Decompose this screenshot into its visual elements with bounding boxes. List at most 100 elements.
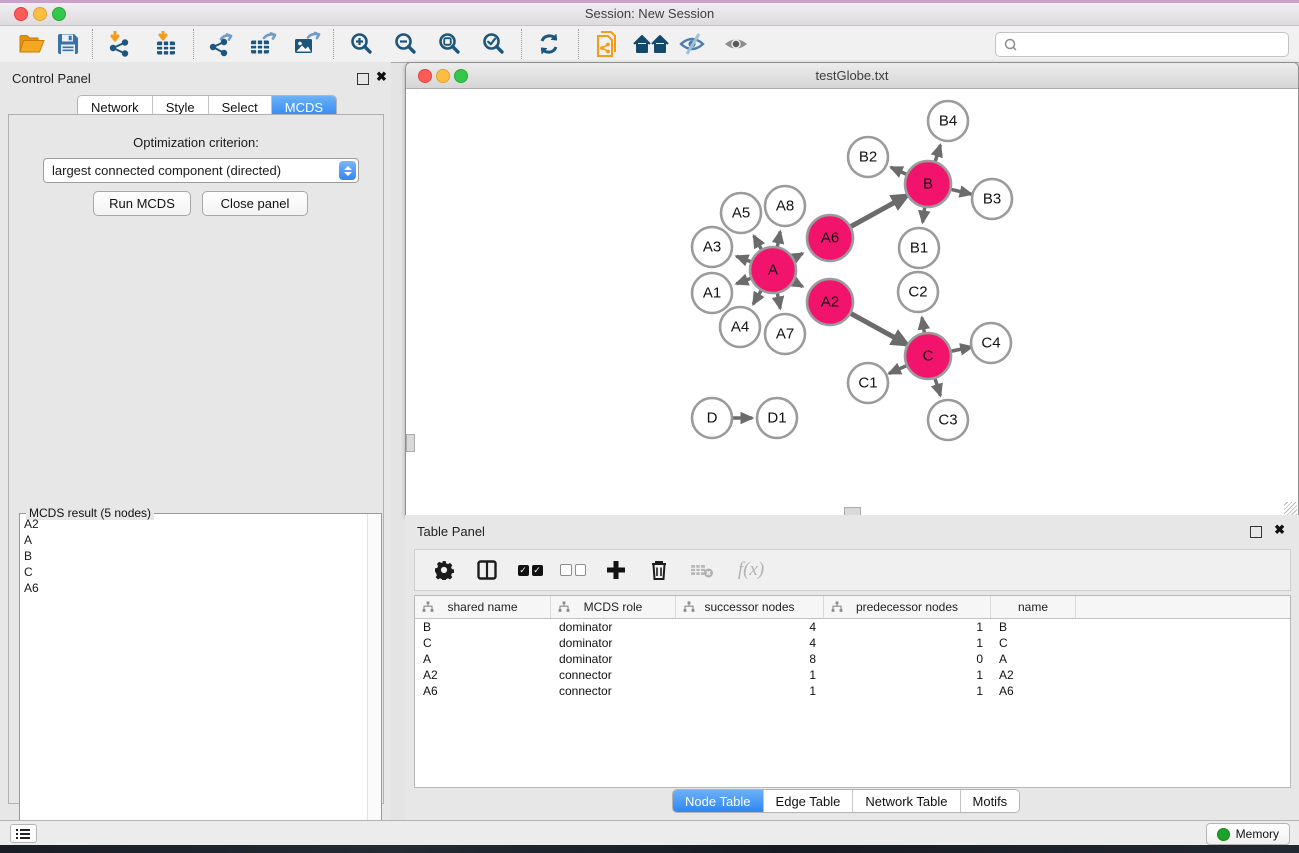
network-canvas[interactable]: B4B2BB3A8A5A6A3B1AA1C2A2A4A7C4CC1C3DD1: [406, 89, 1298, 516]
tab-node-table[interactable]: Node Table: [673, 790, 764, 812]
zoom-window-icon[interactable]: [52, 7, 66, 21]
select-all-icon[interactable]: ✓ ✓: [517, 557, 543, 583]
table-cell[interactable]: 0: [824, 651, 991, 667]
resize-grip-icon[interactable]: [1284, 502, 1297, 515]
graph-node-A1[interactable]: A1: [692, 273, 732, 313]
import-table-icon[interactable]: [151, 28, 183, 60]
table-cell[interactable]: A: [991, 651, 1076, 667]
tab-motifs[interactable]: Motifs: [961, 790, 1020, 812]
close-window-icon[interactable]: [14, 7, 28, 21]
export-network-icon[interactable]: [204, 28, 236, 60]
graph-node-B[interactable]: B: [905, 161, 951, 207]
delete-table-icon[interactable]: [689, 557, 715, 583]
column-header-name[interactable]: name: [991, 596, 1076, 618]
zoom-selected-icon[interactable]: [478, 28, 510, 60]
table-cell[interactable]: A2: [991, 667, 1076, 683]
table-cell[interactable]: B: [991, 619, 1076, 635]
table-cell[interactable]: C: [991, 635, 1076, 651]
refresh-icon[interactable]: [533, 28, 565, 60]
table-cell[interactable]: 1: [824, 635, 991, 651]
table-cell[interactable]: A6: [415, 683, 551, 699]
graph-node-A4[interactable]: A4: [720, 307, 760, 347]
graph-node-D1[interactable]: D1: [757, 398, 797, 438]
table-cell[interactable]: dominator: [551, 651, 676, 667]
graph-node-A[interactable]: A: [750, 247, 796, 293]
table-cell[interactable]: A2: [415, 667, 551, 683]
result-list-item[interactable]: B: [20, 548, 367, 564]
hide-selected-icon[interactable]: [676, 28, 708, 60]
graph-node-A5[interactable]: A5: [721, 193, 761, 233]
show-selected-icon[interactable]: [720, 28, 752, 60]
graph-node-C[interactable]: C: [905, 333, 951, 379]
graph-node-C4[interactable]: C4: [971, 323, 1011, 363]
table-cell[interactable]: dominator: [551, 635, 676, 651]
result-scrollbar[interactable]: [367, 514, 381, 852]
show-all-icon[interactable]: [631, 28, 671, 60]
table-cell[interactable]: A6: [991, 683, 1076, 699]
graph-node-A2[interactable]: A2: [807, 279, 853, 325]
close-panel-icon[interactable]: ✖: [376, 70, 387, 84]
tab-edge-table[interactable]: Edge Table: [764, 790, 854, 812]
table-row[interactable]: Cdominator41C: [415, 635, 1290, 651]
table-cell[interactable]: dominator: [551, 619, 676, 635]
export-table-icon[interactable]: [247, 28, 279, 60]
graph-node-C1[interactable]: C1: [848, 363, 888, 403]
memory-button[interactable]: Memory: [1206, 823, 1290, 845]
table-row[interactable]: Adominator80A: [415, 651, 1290, 667]
graph-node-A8[interactable]: A8: [765, 186, 805, 226]
table-cell[interactable]: 4: [676, 619, 824, 635]
zoom-in-icon[interactable]: [346, 28, 378, 60]
deselect-all-icon[interactable]: [560, 557, 586, 583]
close-panel-button[interactable]: Close panel: [202, 191, 308, 216]
task-list-icon[interactable]: [10, 824, 37, 843]
result-list-item[interactable]: C: [20, 564, 367, 580]
column-header-successor-nodes[interactable]: successor nodes: [676, 596, 824, 618]
graph-node-A3[interactable]: A3: [692, 227, 732, 267]
table-row[interactable]: A6connector11A6: [415, 683, 1290, 699]
table-cell[interactable]: connector: [551, 667, 676, 683]
table-cell[interactable]: 8: [676, 651, 824, 667]
float-table-panel-icon[interactable]: [1250, 526, 1262, 538]
table-row[interactable]: A2connector11A2: [415, 667, 1290, 683]
result-list-item[interactable]: A: [20, 532, 367, 548]
run-mcds-button[interactable]: Run MCDS: [93, 191, 191, 216]
graph-node-C3[interactable]: C3: [928, 400, 968, 440]
tab-network-table[interactable]: Network Table: [853, 790, 960, 812]
table-cell[interactable]: B: [415, 619, 551, 635]
save-session-icon[interactable]: [52, 28, 84, 60]
close-table-panel-icon[interactable]: ✖: [1274, 523, 1285, 537]
graph-node-D[interactable]: D: [692, 398, 732, 438]
column-layout-icon[interactable]: [474, 557, 500, 583]
table-cell[interactable]: 4: [676, 635, 824, 651]
search-field[interactable]: [1021, 37, 1288, 53]
left-edge-handle[interactable]: [406, 434, 415, 452]
table-cell[interactable]: C: [415, 635, 551, 651]
zoom-out-icon[interactable]: [390, 28, 422, 60]
table-cell[interactable]: 1: [676, 683, 824, 699]
result-list-item[interactable]: A6: [20, 580, 367, 596]
delete-column-icon[interactable]: [646, 557, 672, 583]
minimize-window-icon[interactable]: [33, 7, 47, 21]
fx-formula-icon[interactable]: f(x): [732, 557, 770, 583]
table-cell[interactable]: 1: [824, 683, 991, 699]
graph-node-C2[interactable]: C2: [898, 272, 938, 312]
table-cell[interactable]: connector: [551, 683, 676, 699]
zoom-fit-icon[interactable]: [434, 28, 466, 60]
table-cell[interactable]: 1: [676, 667, 824, 683]
table-cell[interactable]: 1: [824, 619, 991, 635]
graph-node-B3[interactable]: B3: [972, 179, 1012, 219]
optimization-criterion-select[interactable]: largest connected component (directed): [43, 158, 359, 183]
import-network-icon[interactable]: [104, 28, 136, 60]
graph-node-A7[interactable]: A7: [765, 314, 805, 354]
column-header-shared-name[interactable]: shared name: [415, 596, 551, 618]
table-cell[interactable]: A: [415, 651, 551, 667]
add-column-icon[interactable]: [603, 557, 629, 583]
table-cell[interactable]: 1: [824, 667, 991, 683]
export-image-icon[interactable]: [291, 28, 323, 60]
graph-node-B2[interactable]: B2: [848, 137, 888, 177]
column-header-predecessor-nodes[interactable]: predecessor nodes: [824, 596, 991, 618]
table-row[interactable]: Bdominator41B: [415, 619, 1290, 635]
result-list-item[interactable]: A2: [20, 516, 367, 532]
float-panel-icon[interactable]: [357, 73, 369, 85]
open-file-icon[interactable]: [16, 28, 48, 60]
